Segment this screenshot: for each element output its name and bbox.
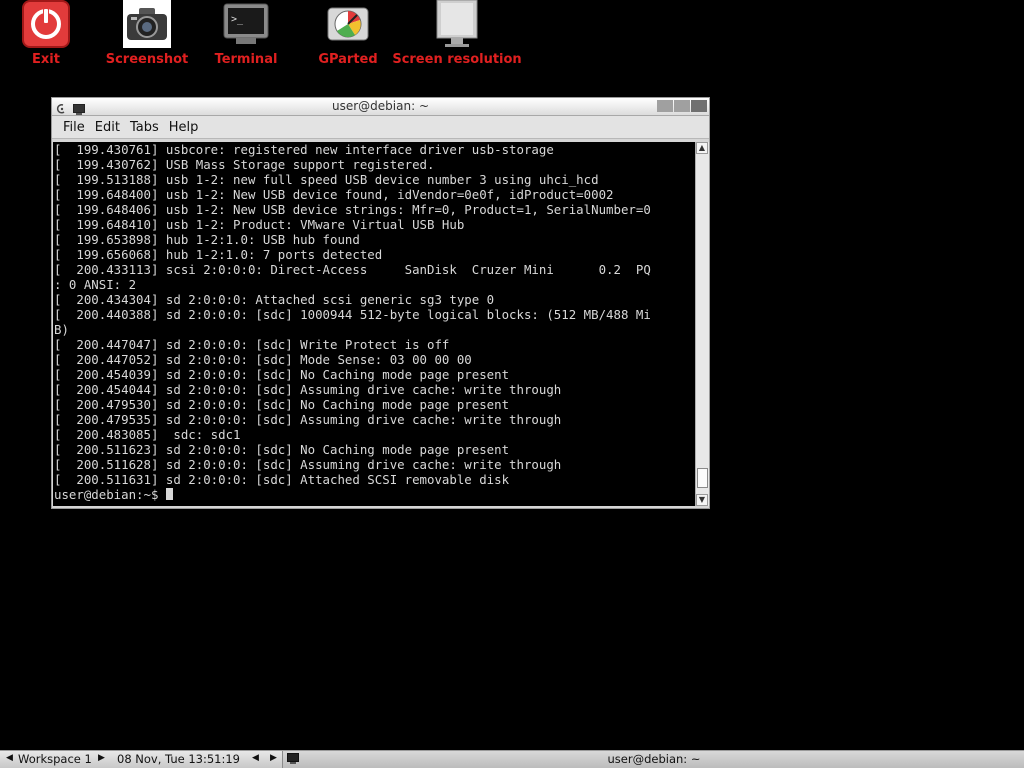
camera-icon [123,0,171,48]
terminal-launcher[interactable]: >_ Terminal [213,0,279,67]
clock-next-arrow-icon[interactable]: ▶ [270,753,277,763]
scroll-up-arrow-icon[interactable]: ▲ [696,142,708,154]
disk-gauge-icon [324,0,372,48]
menu-help[interactable]: Help [164,120,204,135]
desktop: Exit Screenshot >_ Terminal GParted Scre… [0,0,1024,768]
title-bar[interactable]: user@debian: ~ [52,98,709,116]
screenshot-label: Screenshot [105,52,189,67]
monitor-icon [433,0,481,48]
taskbar-item-label: user@debian: ~ [607,752,701,766]
terminal-line: [ 200.433113] scsi 2:0:0:0: Direct-Acces… [54,262,651,277]
scroll-down-arrow-icon[interactable]: ▼ [696,494,708,506]
terminal-icon: >_ [222,0,270,48]
terminal-line: [ 199.648410] usb 1-2: Product: VMware V… [54,217,465,232]
terminal-line: [ 199.648400] usb 1-2: New USB device fo… [54,187,614,202]
taskbar-item-terminal[interactable]: user@debian: ~ [282,751,1024,768]
screenshot-launcher[interactable]: Screenshot [105,0,189,67]
terminal-line: [ 200.440388] sd 2:0:0:0: [sdc] 1000944 … [54,307,651,322]
terminal-output[interactable]: [ 199.430761] usbcore: registered new in… [53,142,695,506]
vertical-scrollbar[interactable]: ▲ ▼ [695,142,709,506]
scrollbar-thumb[interactable] [697,468,708,488]
terminal-line: [ 199.513188] usb 1-2: new full speed US… [54,172,599,187]
workspace-next-arrow-icon[interactable]: ▶ [98,753,105,763]
terminal-label: Terminal [214,52,278,67]
terminal-line: [ 200.511628] sd 2:0:0:0: [sdc] Assuming… [54,457,562,472]
terminal-line: [ 199.648406] usb 1-2: New USB device st… [54,202,651,217]
terminal-line: [ 200.447047] sd 2:0:0:0: [sdc] Write Pr… [54,337,450,352]
terminal-line: [ 200.434304] sd 2:0:0:0: Attached scsi … [54,292,495,307]
terminal-line: [ 200.447052] sd 2:0:0:0: [sdc] Mode Sen… [54,352,472,367]
menu-edit[interactable]: Edit [90,120,125,135]
terminal-line: [ 200.511623] sd 2:0:0:0: [sdc] No Cachi… [54,442,510,457]
terminal-line: [ 200.511631] sd 2:0:0:0: [sdc] Attached… [54,472,510,487]
svg-text:>_: >_ [231,14,244,25]
shell-prompt: user@debian:~$ [54,487,166,502]
text-cursor [165,488,173,500]
terminal-line: [ 199.653898] hub 1-2:1.0: USB hub found [54,232,360,247]
workspace-prev-arrow-icon[interactable]: ◀ [6,753,13,763]
terminal-line: [ 199.656068] hub 1-2:1.0: 7 ports detec… [54,247,383,262]
screen-resolution-launcher[interactable]: Screen resolution [392,0,522,67]
exit-label: Exit [32,52,60,67]
terminal-window[interactable]: user@debian: ~ File Edit Tabs Help [ 199… [51,97,710,509]
screen-resolution-label: Screen resolution [392,52,522,67]
terminal-line: [ 200.479530] sd 2:0:0:0: [sdc] No Cachi… [54,397,510,412]
power-icon [22,0,70,48]
terminal-line: : 0 ANSI: 2 [54,277,137,292]
minimize-button[interactable] [657,100,673,112]
menu-bar: File Edit Tabs Help [52,116,709,139]
clock: 08 Nov, Tue 13:51:19 [117,752,240,766]
clock-prev-arrow-icon[interactable]: ◀ [252,753,259,763]
terminal-line: B) [54,322,69,337]
close-button[interactable] [691,100,707,112]
terminal-line: [ 200.479535] sd 2:0:0:0: [sdc] Assuming… [54,412,562,427]
gparted-label: GParted [318,52,378,67]
gparted-launcher[interactable]: GParted [314,0,382,67]
window-title: user@debian: ~ [332,99,429,113]
exit-launcher[interactable]: Exit [20,0,72,67]
bottom-panel: ◀ Workspace 1 ▶ 08 Nov, Tue 13:51:19 ◀ ▶… [0,750,1024,768]
maximize-button[interactable] [674,100,690,112]
menu-file[interactable]: File [58,120,90,135]
terminal-line: [ 200.483085] sdc: sdc1 [54,427,241,442]
workspace-label[interactable]: Workspace 1 [18,752,92,766]
terminal-line: [ 200.454044] sd 2:0:0:0: [sdc] Assuming… [54,382,562,397]
terminal-line: [ 200.454039] sd 2:0:0:0: [sdc] No Cachi… [54,367,510,382]
terminal-line: [ 199.430761] usbcore: registered new in… [54,142,554,157]
menu-tabs[interactable]: Tabs [125,120,164,135]
terminal-line: [ 199.430762] USB Mass Storage support r… [54,157,435,172]
